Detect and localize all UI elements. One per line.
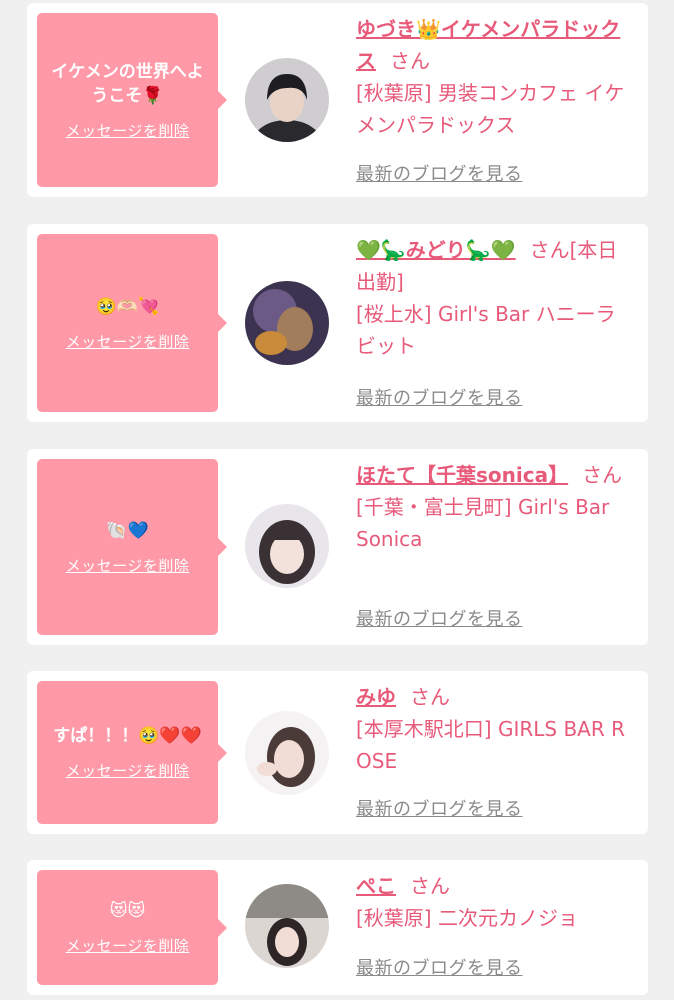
delete-message-link[interactable]: メッセージを削除 [66,331,190,352]
avatar[interactable] [245,884,329,968]
delete-message-link[interactable]: メッセージを削除 [66,555,190,576]
member-name-link[interactable]: ぺこ [356,874,396,898]
message-text: イケメンの世界へようこそ🌹 [51,61,204,106]
honorific: さん [410,874,450,898]
shop-label: [千葉・富士見町] Girl's Bar Sonica [356,495,610,551]
shop-label: [秋葉原] 男装コンカフェ イケメンパラドックス [356,81,625,137]
member-info: ぺこ さん [秋葉原] 二次元カノジョ [356,870,628,934]
delete-message-link[interactable]: メッセージを削除 [66,120,190,141]
message-bubble: 🐚💙 メッセージを削除 [37,459,227,635]
delete-message-link[interactable]: メッセージを削除 [66,935,190,956]
blog-link[interactable]: 最新のブログを見る [356,384,523,410]
shop-label: [秋葉原] 二次元カノジョ [356,906,578,930]
message-card: 🥹🫶🏻💘 メッセージを削除 💚🦕みどり🦕💚 さん[本日出勤] [桜上水] Girl… [27,224,648,422]
avatar[interactable] [245,711,329,795]
message-card: イケメンの世界へようこそ🌹 メッセージを削除 ゆづき👑イケメンパラドックス さん … [27,3,648,197]
member-info: みゆ さん [本厚木駅北口] GIRLS BAR ROSE [356,681,628,777]
avatar[interactable] [245,281,329,365]
message-card: すぱ！！！🥹❤️❤️ メッセージを削除 みゆ さん [本厚木駅北口] GIRLS … [27,671,648,834]
member-info: ほたて【千葉sonica】 さん [千葉・富士見町] Girl's Bar Son… [356,459,628,555]
message-bubble: 😻😻 メッセージを削除 [37,870,227,985]
message-bubble: イケメンの世界へようこそ🌹 メッセージを削除 [37,13,227,187]
blog-link[interactable]: 最新のブログを見る [356,795,523,821]
blog-link[interactable]: 最新のブログを見る [356,954,523,980]
member-name-link[interactable]: ほたて【千葉sonica】 [356,463,568,487]
avatar[interactable] [245,504,329,588]
member-info: ゆづき👑イケメンパラドックス さん [秋葉原] 男装コンカフェ イケメンパラドック… [356,13,628,141]
honorific: さん [582,463,623,487]
member-name-link[interactable]: 💚🦕みどり🦕💚 [356,238,516,262]
message-card: 🐚💙 メッセージを削除 ほたて【千葉sonica】 さん [千葉・富士見町] Gi… [27,449,648,645]
honorific: さん [390,49,430,73]
shop-label: [本厚木駅北口] GIRLS BAR ROSE [356,717,626,773]
blog-link[interactable]: 最新のブログを見る [356,605,523,631]
avatar[interactable] [245,58,329,142]
message-bubble: 🥹🫶🏻💘 メッセージを削除 [37,234,227,412]
shop-label: [桜上水] Girl's Bar ハニーラビット [356,302,616,358]
honorific: さん [410,685,450,709]
message-bubble: すぱ！！！🥹❤️❤️ メッセージを削除 [37,681,227,824]
message-text: すぱ！！！🥹❤️❤️ [53,726,202,746]
message-text: 🥹🫶🏻💘 [95,296,160,317]
member-info: 💚🦕みどり🦕💚 さん[本日出勤] [桜上水] Girl's Bar ハニーラビット [356,234,628,362]
message-text: 🐚💙 [106,520,149,541]
message-card: 😻😻 メッセージを削除 ぺこ さん [秋葉原] 二次元カノジョ 最新のブログを見る [27,860,648,995]
blog-link[interactable]: 最新のブログを見る [356,160,523,186]
message-text: 😻😻 [109,901,146,921]
delete-message-link[interactable]: メッセージを削除 [66,760,190,781]
member-name-link[interactable]: みゆ [356,685,396,709]
